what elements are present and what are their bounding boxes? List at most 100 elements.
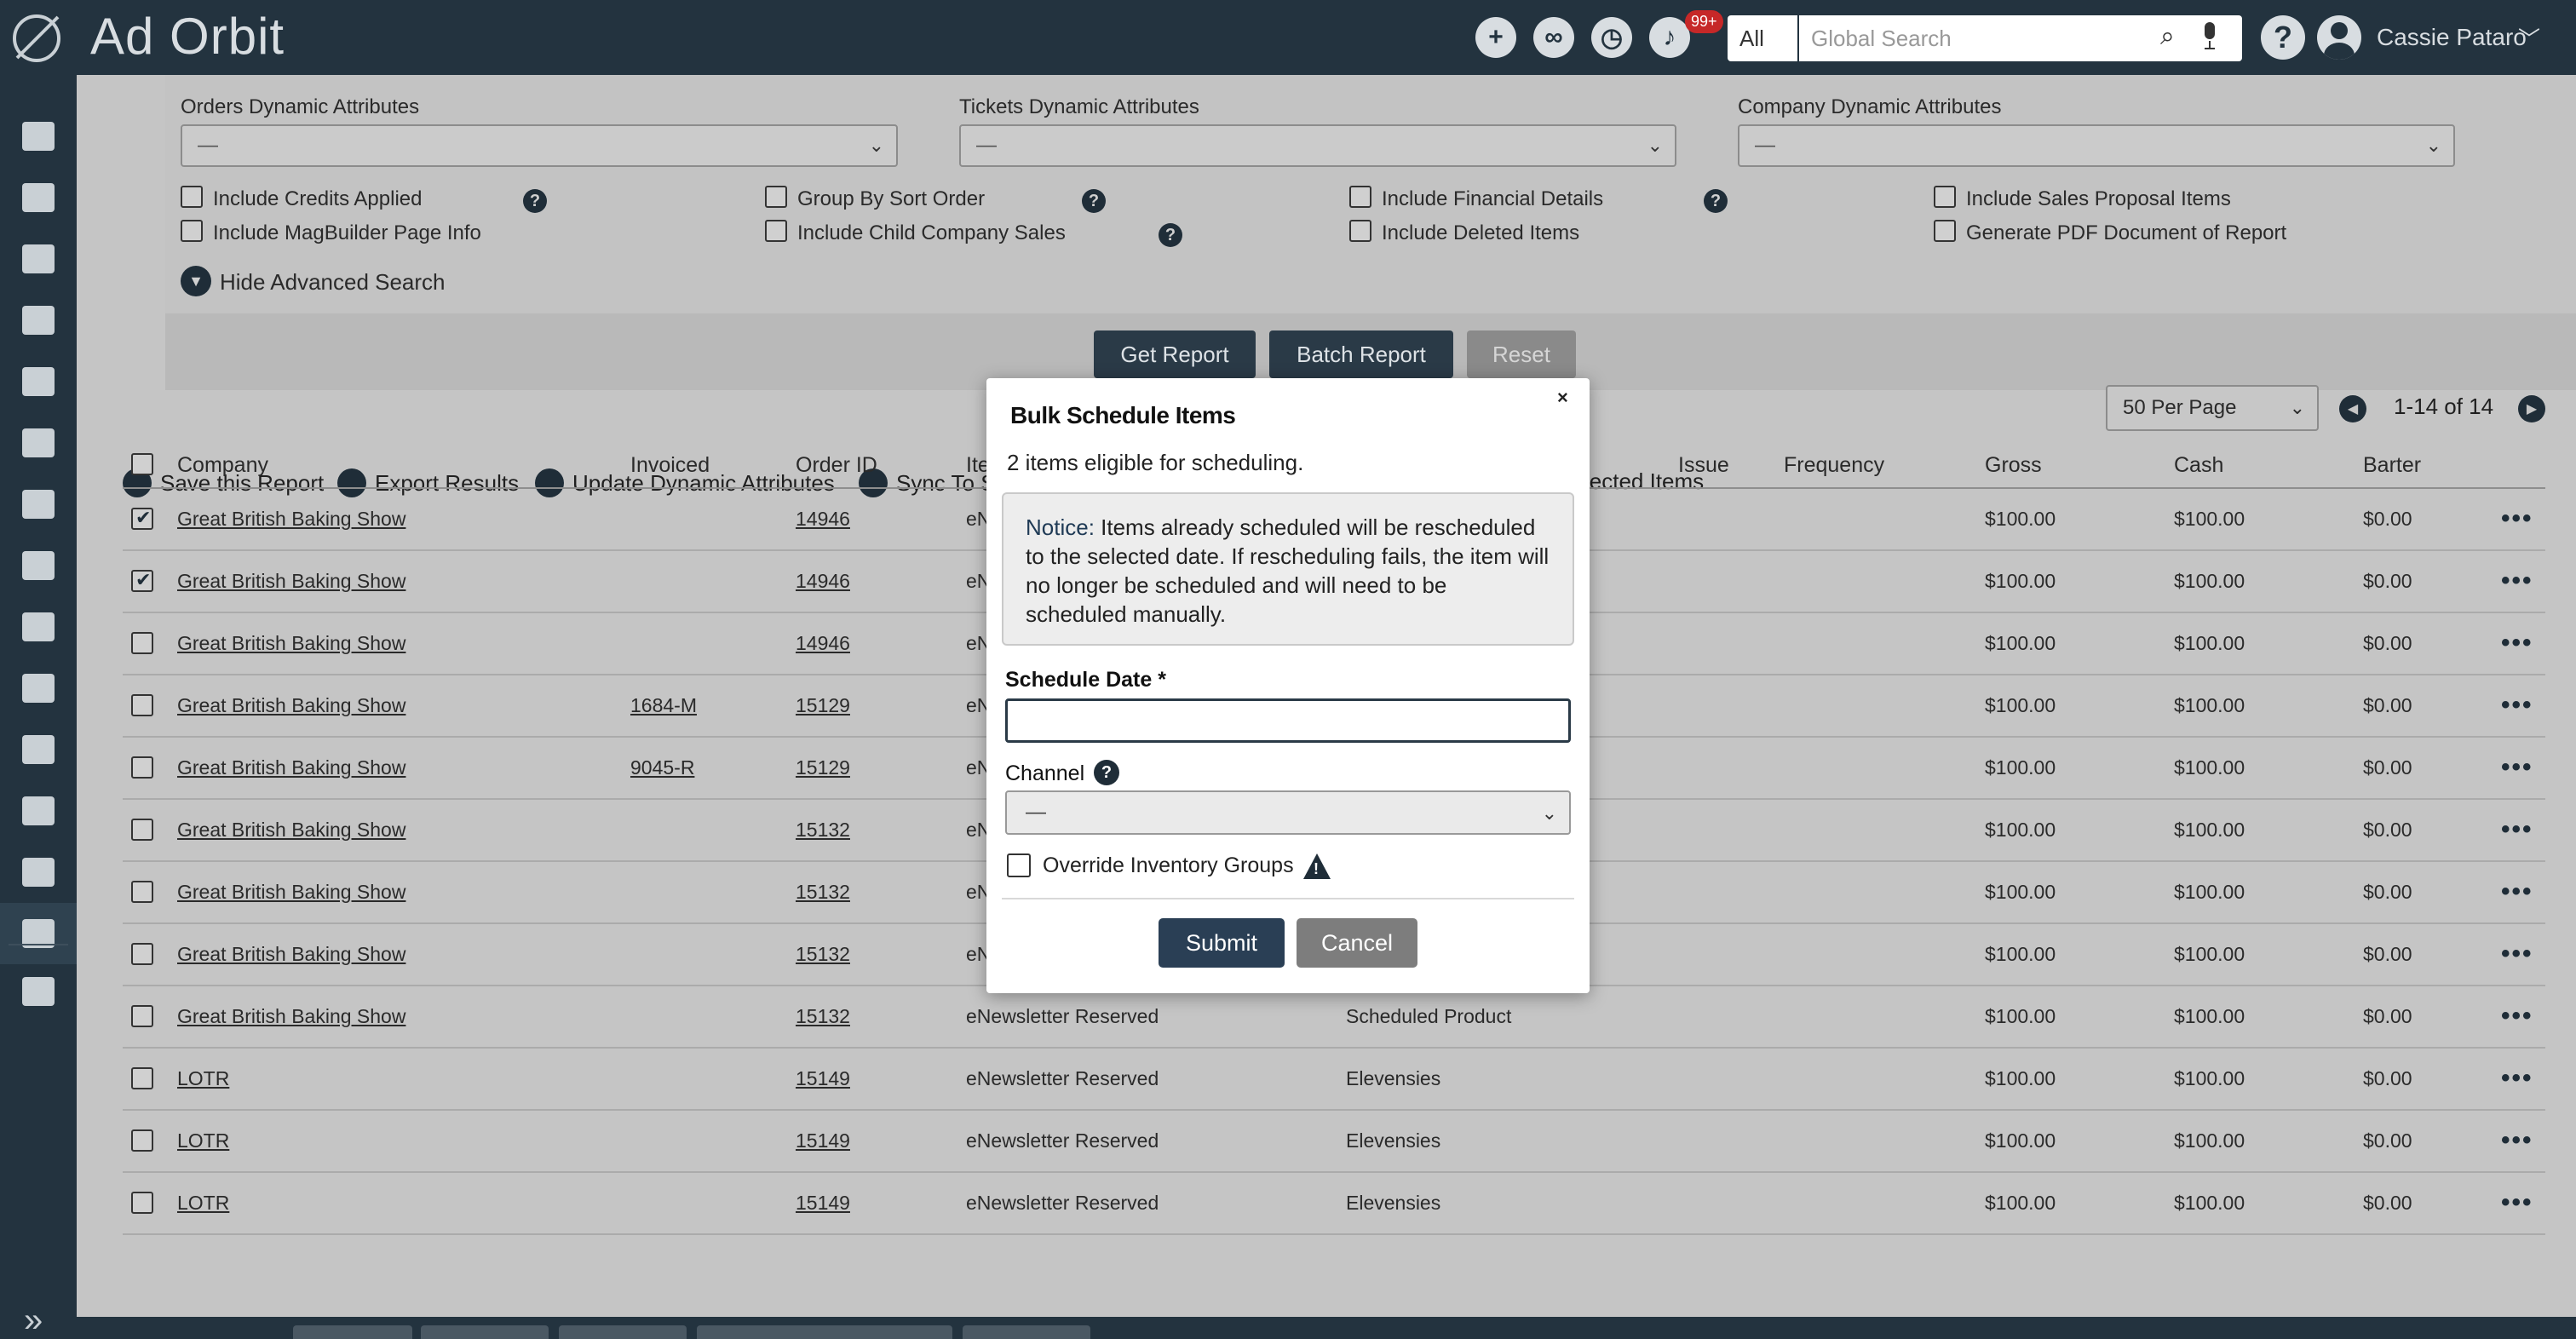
close-icon[interactable]: × bbox=[1557, 387, 1568, 409]
footer-tab[interactable] bbox=[559, 1325, 687, 1339]
include-deleted-checkbox[interactable] bbox=[1349, 220, 1371, 242]
row-checkbox[interactable] bbox=[131, 819, 153, 841]
order-id-cell[interactable]: 15132 bbox=[796, 1005, 850, 1028]
footer-tab[interactable] bbox=[293, 1325, 412, 1339]
sidebar-item-tasks[interactable] bbox=[0, 474, 77, 535]
schedule-date-input[interactable] bbox=[1005, 698, 1571, 743]
global-search-input[interactable]: Global Search bbox=[1799, 15, 2242, 61]
tickets-attributes-select[interactable]: — ⌄ bbox=[959, 124, 1676, 167]
order-id-cell[interactable]: 15149 bbox=[796, 1192, 850, 1215]
help-icon[interactable]: ? bbox=[2261, 15, 2305, 60]
sidebar-item-documents[interactable] bbox=[0, 351, 77, 412]
order-id-cell[interactable]: 15132 bbox=[796, 881, 850, 904]
company-cell[interactable]: Great British Baking Show bbox=[177, 508, 405, 531]
company-cell[interactable]: Great British Baking Show bbox=[177, 819, 405, 842]
per-page-select[interactable]: 50 Per Page ⌄ bbox=[2106, 385, 2319, 431]
chevron-down-icon[interactable]: ﹀ bbox=[2518, 22, 2540, 54]
order-id-cell[interactable]: 15129 bbox=[796, 694, 850, 717]
order-id-cell[interactable]: 14946 bbox=[796, 508, 850, 531]
sidebar-item-calendar[interactable] bbox=[0, 596, 77, 658]
row-checkbox[interactable] bbox=[131, 756, 153, 779]
sidebar-item-mail[interactable] bbox=[0, 842, 77, 903]
group-by-sort-checkbox[interactable] bbox=[765, 186, 787, 208]
company-cell[interactable]: Great British Baking Show bbox=[177, 570, 405, 593]
row-checkbox[interactable] bbox=[131, 1192, 153, 1214]
company-cell[interactable]: LOTR bbox=[177, 1129, 229, 1152]
column-header-order-id[interactable]: Order ID bbox=[796, 453, 877, 478]
row-checkbox[interactable] bbox=[131, 569, 153, 592]
add-icon[interactable]: + bbox=[1475, 17, 1516, 58]
sidebar-item-w2[interactable] bbox=[0, 780, 77, 842]
bell-icon[interactable]: ♪ bbox=[1649, 17, 1690, 58]
column-header-invoiced[interactable]: Invoiced bbox=[630, 453, 710, 478]
column-header-cash[interactable]: Cash bbox=[2174, 453, 2223, 478]
expand-sidebar-icon[interactable]: » bbox=[24, 1302, 43, 1339]
microphone-icon[interactable] bbox=[2201, 20, 2218, 51]
order-id-cell[interactable]: 15132 bbox=[796, 943, 850, 966]
footer-tab[interactable] bbox=[963, 1325, 1090, 1339]
column-header-issue[interactable]: Issue bbox=[1678, 453, 1729, 478]
avatar[interactable] bbox=[2317, 15, 2361, 60]
orders-attributes-select[interactable]: — ⌄ bbox=[181, 124, 898, 167]
prev-page-icon[interactable]: ◀ bbox=[2339, 395, 2366, 422]
column-header-gross[interactable]: Gross bbox=[1985, 453, 2042, 478]
company-cell[interactable]: Great British Baking Show bbox=[177, 756, 405, 779]
get-report-button[interactable]: Get Report bbox=[1094, 330, 1256, 378]
row-checkbox[interactable] bbox=[131, 694, 153, 716]
invoiced-cell[interactable]: 9045-R bbox=[630, 756, 694, 779]
order-id-cell[interactable]: 15149 bbox=[796, 1129, 850, 1152]
help-icon[interactable]: ? bbox=[1159, 223, 1182, 247]
include-child-company-checkbox[interactable] bbox=[765, 220, 787, 242]
sidebar-item-home[interactable] bbox=[0, 106, 77, 167]
sidebar-item-billing[interactable] bbox=[0, 412, 77, 474]
row-actions-icon[interactable]: ••• bbox=[2501, 1126, 2533, 1155]
row-actions-icon[interactable]: ••• bbox=[2501, 877, 2533, 906]
footer-tab[interactable] bbox=[421, 1325, 549, 1339]
order-id-cell[interactable]: 15129 bbox=[796, 756, 850, 779]
company-cell[interactable]: Great British Baking Show bbox=[177, 1005, 405, 1028]
column-header-barter[interactable]: Barter bbox=[2363, 453, 2421, 478]
search-scope-select[interactable]: All bbox=[1728, 15, 1797, 61]
footer-tab[interactable] bbox=[697, 1325, 952, 1339]
row-actions-icon[interactable]: ••• bbox=[2501, 504, 2533, 533]
company-attributes-select[interactable]: — ⌄ bbox=[1738, 124, 2455, 167]
search-icon[interactable]: ⌕ bbox=[2160, 22, 2175, 51]
row-actions-icon[interactable]: ••• bbox=[2501, 629, 2533, 658]
include-credits-checkbox[interactable] bbox=[181, 186, 203, 208]
order-id-cell[interactable]: 15149 bbox=[796, 1067, 850, 1090]
row-actions-icon[interactable]: ••• bbox=[2501, 940, 2533, 968]
generate-pdf-checkbox[interactable] bbox=[1934, 220, 1956, 242]
help-icon[interactable]: ? bbox=[1704, 189, 1728, 213]
row-checkbox[interactable] bbox=[131, 1005, 153, 1027]
next-page-icon[interactable]: ▶ bbox=[2518, 395, 2545, 422]
row-checkbox[interactable] bbox=[131, 881, 153, 903]
row-actions-icon[interactable]: ••• bbox=[2501, 1188, 2533, 1217]
app-logo-text[interactable]: Ad Orbit bbox=[90, 7, 285, 66]
batch-report-button[interactable]: Batch Report bbox=[1269, 330, 1453, 378]
row-actions-icon[interactable]: ••• bbox=[2501, 815, 2533, 844]
order-id-cell[interactable]: 15132 bbox=[796, 819, 850, 842]
include-financial-checkbox[interactable] bbox=[1349, 186, 1371, 208]
help-icon[interactable]: ? bbox=[1094, 760, 1119, 785]
row-checkbox[interactable] bbox=[131, 632, 153, 654]
link-icon[interactable]: ∞ bbox=[1533, 17, 1574, 58]
row-actions-icon[interactable]: ••• bbox=[2501, 691, 2533, 720]
user-name[interactable]: Cassie Pataro bbox=[2377, 24, 2527, 51]
row-checkbox[interactable] bbox=[131, 507, 153, 530]
row-checkbox[interactable] bbox=[131, 943, 153, 965]
include-sales-proposal-checkbox[interactable] bbox=[1934, 186, 1956, 208]
column-header-company[interactable]: Company bbox=[177, 453, 268, 478]
company-cell[interactable]: LOTR bbox=[177, 1192, 229, 1215]
collapse-icon[interactable]: ▼ bbox=[181, 266, 211, 296]
sidebar-item-reports[interactable] bbox=[0, 903, 77, 964]
help-icon[interactable]: ? bbox=[1082, 189, 1106, 213]
company-cell[interactable]: Great British Baking Show bbox=[177, 881, 405, 904]
select-all-checkbox[interactable] bbox=[131, 453, 153, 475]
column-header-frequency[interactable]: Frequency bbox=[1784, 453, 1884, 478]
channel-select[interactable]: — ⌄ bbox=[1005, 790, 1571, 835]
company-cell[interactable]: Great British Baking Show bbox=[177, 943, 405, 966]
row-checkbox[interactable] bbox=[131, 1129, 153, 1152]
sidebar-item-media[interactable] bbox=[0, 290, 77, 351]
sidebar-item-signs[interactable] bbox=[0, 658, 77, 719]
history-icon[interactable]: ◷ bbox=[1591, 17, 1632, 58]
